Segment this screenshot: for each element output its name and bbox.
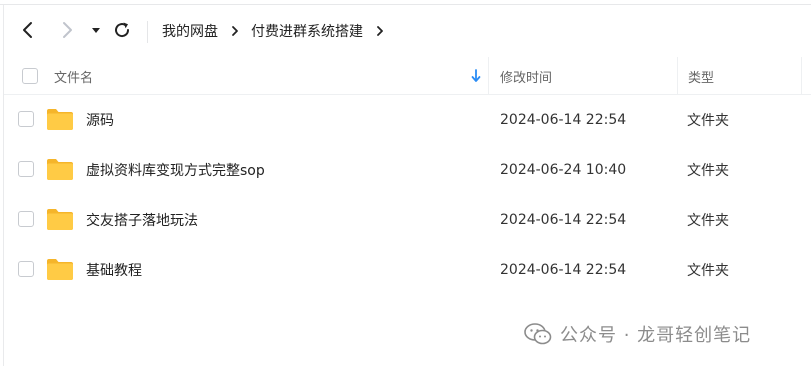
chevron-right-icon — [63, 22, 72, 38]
file-type: 文件夹 — [687, 213, 729, 229]
refresh-button[interactable] — [110, 18, 134, 42]
file-name[interactable]: 源码 — [86, 95, 114, 145]
breadcrumb: 我的网盘 付费进群系统搭建 — [162, 20, 396, 42]
table-header: 文件名 修改时间 类型 — [4, 57, 811, 95]
breadcrumb-item-root[interactable]: 我的网盘 — [162, 21, 218, 41]
file-type: 文件夹 — [687, 163, 729, 179]
select-all-cell — [22, 57, 38, 95]
back-button[interactable] — [16, 18, 40, 42]
breadcrumb-item-current[interactable]: 付费进群系统搭建 — [251, 21, 363, 41]
modified-time: 2024-06-24 10:40 — [500, 162, 627, 178]
file-browser-window: 我的网盘 付费进群系统搭建 文件名 修改时间 类型 源码 2024-06-14 … — [0, 0, 811, 366]
breadcrumb-separator-icon — [230, 25, 240, 37]
row-checkbox[interactable] — [18, 161, 34, 177]
column-header-type[interactable]: 类型 — [688, 57, 714, 95]
refresh-icon — [115, 22, 130, 38]
table-row[interactable]: 基础教程 2024-06-14 22:54 文件夹 — [4, 245, 811, 295]
breadcrumb-separator-icon — [375, 25, 385, 37]
file-name[interactable]: 交友搭子落地玩法 — [86, 195, 198, 245]
file-type: 文件夹 — [687, 263, 729, 279]
toolbar: 我的网盘 付费进群系统搭建 — [0, 8, 811, 54]
watermark-text: 公众号 · 龙哥轻创笔记 — [560, 325, 752, 346]
column-divider[interactable] — [488, 57, 489, 95]
column-header-modified[interactable]: 修改时间 — [500, 57, 552, 95]
history-dropdown-button[interactable] — [84, 18, 108, 42]
wechat-icon — [524, 323, 552, 345]
watermark: 公众号 · 龙哥轻创笔记 — [524, 320, 751, 348]
caret-down-icon — [92, 28, 100, 33]
column-divider[interactable] — [677, 57, 678, 95]
table-row[interactable]: 源码 2024-06-14 22:54 文件夹 — [4, 95, 811, 145]
file-type: 文件夹 — [687, 113, 729, 129]
table-row[interactable]: 交友搭子落地玩法 2024-06-14 22:54 文件夹 — [4, 195, 811, 245]
forward-button[interactable] — [55, 18, 79, 42]
sort-descending-icon[interactable] — [470, 57, 482, 95]
folder-icon — [47, 109, 73, 130]
folder-icon — [47, 209, 73, 230]
row-checkbox[interactable] — [18, 211, 34, 227]
column-divider[interactable] — [801, 57, 802, 95]
folder-icon — [47, 159, 73, 180]
modified-time: 2024-06-14 22:54 — [500, 112, 627, 128]
table-row[interactable]: 虚拟资料库变现方式完整sop 2024-06-24 10:40 文件夹 — [4, 145, 811, 195]
modified-time: 2024-06-14 22:54 — [500, 212, 627, 228]
file-name[interactable]: 基础教程 — [86, 245, 142, 295]
row-checkbox[interactable] — [18, 111, 34, 127]
modified-time: 2024-06-14 22:54 — [500, 262, 627, 278]
folder-icon — [47, 259, 73, 280]
file-name[interactable]: 虚拟资料库变现方式完整sop — [86, 145, 265, 195]
column-header-name[interactable]: 文件名 — [54, 57, 93, 95]
chevron-left-icon — [23, 22, 32, 38]
file-list: 源码 2024-06-14 22:54 文件夹 虚拟资料库变现方式完整sop 2… — [4, 95, 811, 295]
toolbar-separator — [147, 21, 148, 43]
select-all-checkbox[interactable] — [22, 68, 38, 84]
top-divider — [0, 0, 811, 5]
row-checkbox[interactable] — [18, 261, 34, 277]
